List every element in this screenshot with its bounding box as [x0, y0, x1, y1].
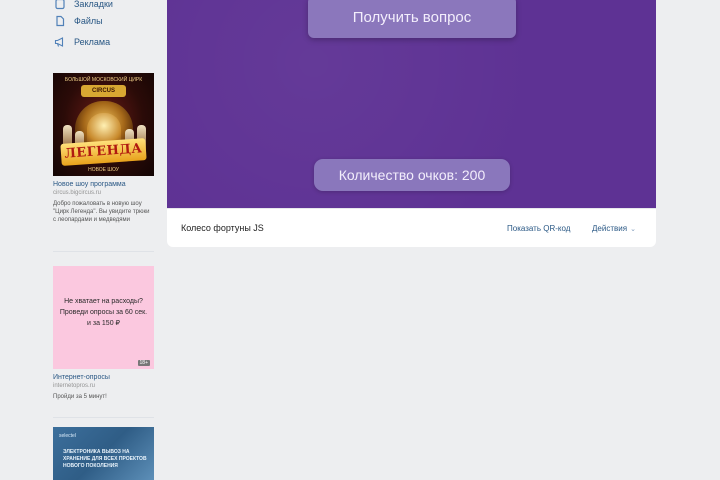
megaphone-icon: [54, 36, 66, 48]
actions-label: Действия: [592, 224, 628, 233]
ad-banner-circus[interactable]: БОЛЬШОЙ МОСКОВСКИЙ ЦИРК CIRCUS ЛЕГЕНДА Н…: [53, 73, 154, 176]
ad-age-badge: 18+: [137, 360, 150, 366]
app-title: Колесо фортуны JS: [181, 223, 264, 233]
ad-banner-hosting[interactable]: selectel ЭЛЕКТРОНИКА ВЫВОЗ НА ХРАНЕНИЕ Д…: [53, 427, 154, 480]
app-frame: Получить вопрос Количество очков: 200: [167, 0, 656, 208]
ad-description: Добро пожаловать в новую шоу "Цирк Леген…: [53, 201, 150, 223]
app-card: Получить вопрос Количество очков: 200 Ко…: [167, 0, 656, 247]
ad-domain: internetopros.ru: [53, 383, 96, 389]
ad-banner-text: Не хватает на расходы? Проведи опросы за…: [59, 298, 148, 327]
ad-title[interactable]: Интернет-опросы: [53, 373, 154, 382]
sidebar-item-ads[interactable]: Реклама: [54, 33, 110, 51]
ad-divider: [53, 251, 154, 252]
ad-block-hosting[interactable]: selectel ЭЛЕКТРОНИКА ВЫВОЗ НА ХРАНЕНИЕ Д…: [53, 427, 154, 480]
ad-block-circus[interactable]: БОЛЬШОЙ МОСКОВСКИЙ ЦИРК CIRCUS ЛЕГЕНДА Н…: [53, 73, 154, 224]
sidebar-item-label: Реклама: [74, 37, 111, 47]
show-qr-code-link[interactable]: Показать QR-код: [507, 224, 570, 233]
file-icon: [54, 15, 66, 27]
bookmark-icon: [54, 0, 66, 10]
ad-banner-subtext: НОВОЕ ШОУ: [88, 167, 119, 173]
sidebar-item-label: Закладки: [74, 0, 113, 9]
get-question-button[interactable]: Получить вопрос: [308, 0, 516, 38]
app-footer: Колесо фортуны JS Показать QR-код Действ…: [167, 208, 656, 247]
ad-divider: [53, 417, 154, 418]
ad-domain: circus.bigcircus.ru: [53, 190, 102, 196]
ad-banner-logo: CIRCUS: [81, 85, 126, 97]
actions-dropdown[interactable]: Действия ⌄: [592, 224, 636, 233]
sidebar-item-files[interactable]: Файлы: [54, 12, 103, 30]
ad-description: Пройди за 5 минут!: [53, 394, 107, 400]
chevron-down-icon: ⌄: [630, 225, 636, 233]
score-display: Количество очков: 200: [314, 159, 510, 191]
ad-title[interactable]: Новое шоу программа: [53, 180, 154, 189]
ad-banner-headline: ЭЛЕКТРОНИКА ВЫВОЗ НА ХРАНЕНИЕ ДЛЯ ВСЕХ П…: [63, 449, 147, 469]
ad-banner-survey[interactable]: Не хватает на расходы? Проведи опросы за…: [53, 266, 154, 369]
ad-banner-brand: selectel: [59, 433, 76, 439]
ad-banner-headline: ЛЕГЕНДА: [60, 138, 147, 166]
ad-block-survey[interactable]: Не хватает на расходы? Проведи опросы за…: [53, 266, 154, 401]
sidebar-item-label: Файлы: [74, 16, 103, 26]
